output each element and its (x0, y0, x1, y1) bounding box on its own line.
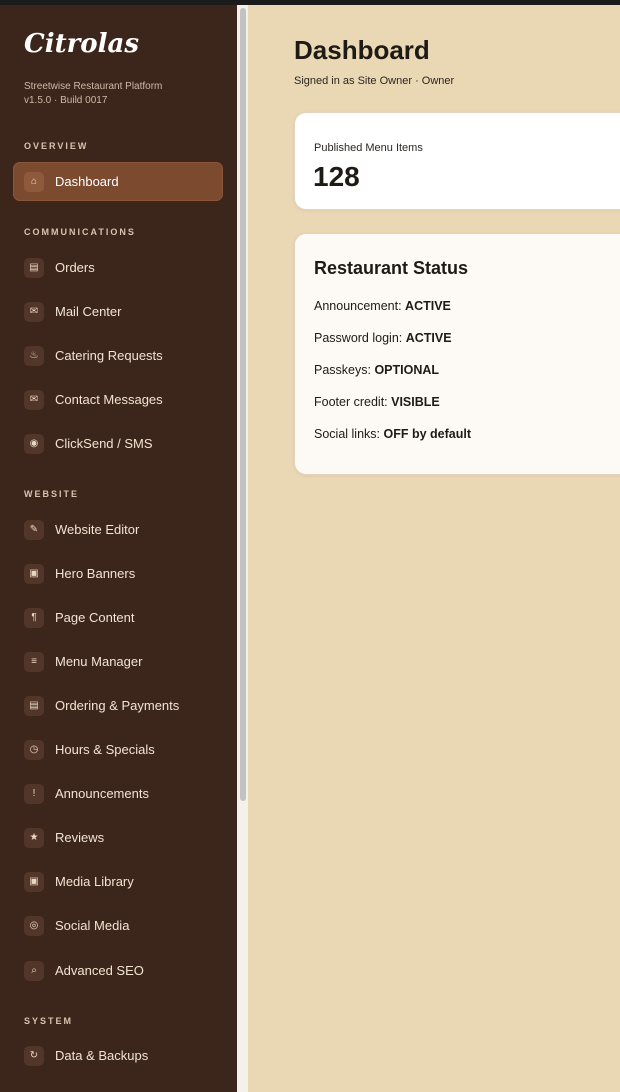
sidebar-item-label: Menu Manager (55, 654, 143, 669)
catering-icon: ♨ (24, 345, 44, 366)
sidebar-item-ordering-payments[interactable]: ▤ Ordering & Payments (13, 686, 223, 725)
stat-label: Published Menu Items (314, 142, 423, 154)
brand-tagline: Streetwise Restaurant Platform (24, 81, 163, 92)
status-row-passkeys: Passkeys: OPTIONAL (314, 363, 439, 377)
sidebar-item-label: Page Content (55, 610, 135, 625)
sidebar-item-catering-requests[interactable]: ♨ Catering Requests (13, 336, 223, 375)
signed-in-info: Signed in as Site Owner · Owner (294, 75, 455, 87)
paragraph-icon: ¶ (24, 607, 44, 628)
message-icon: ✉ (24, 389, 44, 410)
sidebar-item-menu-manager[interactable]: ≡ Menu Manager (13, 642, 223, 681)
restaurant-status-card: Restaurant Status Announcement: ACTIVE P… (294, 233, 620, 475)
mail-icon: ✉ (24, 301, 44, 322)
search-icon: ⌕ (24, 960, 44, 981)
stat-value: 128 (313, 161, 360, 192)
section-website: WEBSITE (24, 489, 80, 499)
status-row-footer-credit: Footer credit: VISIBLE (314, 395, 440, 409)
scrollbar-thumb[interactable] (240, 8, 246, 801)
sidebar: Citrolas Streetwise Restaurant Platform … (0, 5, 237, 1092)
brand-logo: Citrolas (24, 29, 139, 59)
payments-icon: ▤ (24, 695, 44, 716)
sidebar-item-label: Hero Banners (55, 566, 136, 581)
status-row-announcement: Announcement: ACTIVE (314, 299, 451, 313)
sidebar-scrollbar[interactable] (237, 5, 248, 1092)
status-value: ACTIVE (405, 299, 451, 313)
status-value: OFF by default (383, 427, 471, 441)
announcement-icon: ! (24, 783, 44, 804)
sms-icon: ◉ (24, 433, 44, 454)
sidebar-item-data-backups[interactable]: ↻ Data & Backups (13, 1036, 223, 1075)
sidebar-item-label: Data & Backups (55, 1048, 149, 1063)
pencil-icon: ✎ (24, 519, 44, 540)
status-value: ACTIVE (405, 331, 452, 345)
status-value: VISIBLE (391, 395, 440, 409)
sidebar-item-advanced-seo[interactable]: ⌕ Advanced SEO (13, 951, 223, 990)
status-label: Password login: (314, 331, 403, 345)
sidebar-item-label: Announcements (55, 786, 149, 801)
main-content: Dashboard Signed in as Site Owner · Owne… (248, 5, 620, 1092)
brand-tagline-block: Streetwise Restaurant Platform v1.5.0 · … (24, 80, 162, 108)
sidebar-item-page-content[interactable]: ¶ Page Content (13, 598, 223, 637)
sidebar-item-label: Reviews (55, 830, 105, 845)
stat-card-published-menu-items: Published Menu Items 128 (294, 112, 620, 210)
section-communications: COMMUNICATIONS (24, 227, 136, 237)
sidebar-item-label: Contact Messages (55, 392, 163, 407)
clock-icon: ◷ (24, 739, 44, 760)
backup-icon: ↻ (24, 1045, 44, 1066)
sidebar-item-media-library[interactable]: ▣ Media Library (13, 862, 223, 901)
sidebar-item-contact-messages[interactable]: ✉ Contact Messages (13, 380, 223, 419)
sidebar-item-hero-banners[interactable]: ▣ Hero Banners (13, 554, 223, 593)
sidebar-item-label: Advanced SEO (55, 963, 144, 978)
version-info: v1.5.0 · Build 0017 (24, 95, 108, 106)
sidebar-item-label: Mail Center (55, 304, 122, 319)
sidebar-item-label: Hours & Specials (55, 742, 155, 757)
home-icon: ⌂ (24, 171, 44, 192)
status-value: OPTIONAL (374, 363, 440, 377)
section-overview: OVERVIEW (24, 141, 89, 151)
sidebar-item-label: ClickSend / SMS (55, 436, 153, 451)
banner-icon: ▣ (24, 563, 44, 584)
sidebar-item-reviews[interactable]: ★ Reviews (13, 818, 223, 857)
sidebar-item-hours-specials[interactable]: ◷ Hours & Specials (13, 730, 223, 769)
status-row-social-links: Social links: OFF by default (314, 427, 471, 441)
sidebar-item-dashboard[interactable]: ⌂ Dashboard (13, 162, 223, 201)
status-title: Restaurant Status (314, 258, 469, 278)
sidebar-item-label: Orders (55, 260, 95, 275)
sidebar-item-label: Media Library (55, 874, 134, 889)
sidebar-item-clicksend-sms[interactable]: ◉ ClickSend / SMS (13, 424, 223, 463)
section-system: SYSTEM (24, 1016, 74, 1026)
sidebar-item-label: Ordering & Payments (55, 698, 180, 713)
sidebar-item-announcements[interactable]: ! Announcements (13, 774, 223, 813)
status-label: Social links: (314, 427, 380, 441)
sidebar-item-website-editor[interactable]: ✎ Website Editor (13, 510, 223, 549)
sidebar-item-label: Dashboard (55, 174, 119, 189)
sidebar-item-label: Website Editor (55, 522, 140, 537)
media-icon: ▣ (24, 871, 44, 892)
sidebar-item-social-media[interactable]: ◎ Social Media (13, 906, 223, 945)
sidebar-item-label: Catering Requests (55, 348, 163, 363)
status-label: Passkeys: (314, 363, 371, 377)
status-label: Announcement: (314, 299, 402, 313)
page-title: Dashboard (294, 35, 430, 65)
social-icon: ◎ (24, 915, 44, 936)
star-icon: ★ (24, 827, 44, 848)
orders-icon: ▤ (24, 257, 44, 278)
sidebar-item-orders[interactable]: ▤ Orders (13, 248, 223, 287)
sidebar-item-mail-center[interactable]: ✉ Mail Center (13, 292, 223, 331)
sidebar-item-label: Social Media (55, 918, 130, 933)
status-label: Footer credit: (314, 395, 388, 409)
menu-list-icon: ≡ (24, 651, 44, 672)
status-row-password-login: Password login: ACTIVE (314, 331, 452, 345)
